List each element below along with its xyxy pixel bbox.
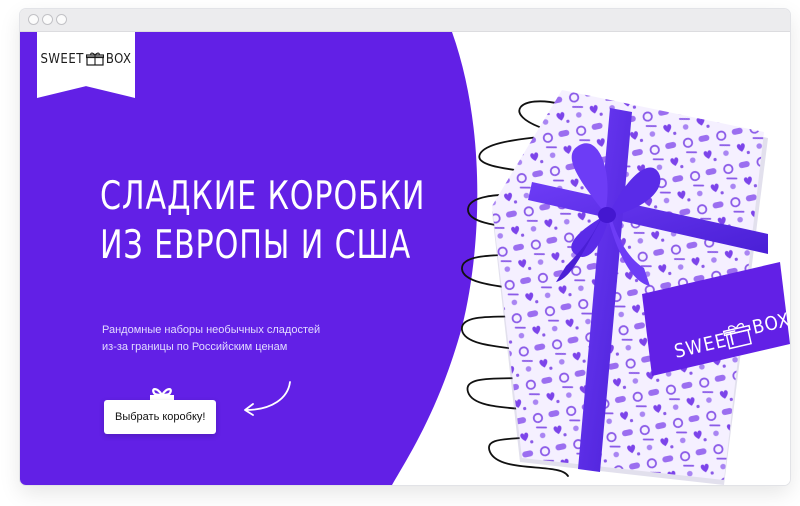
hero-subtitle-line-2: из-за границы по Российским ценам [102, 341, 288, 353]
landing-page: SWEET BOX СЛАДКИЕ КОРОБКИ ИЗ ЕВРОПЫ И СШ… [20, 32, 790, 485]
browser-titlebar [20, 9, 790, 32]
logo-word-box: BOX [105, 51, 132, 67]
choose-box-button[interactable]: Выбрать коробку! [104, 400, 217, 434]
window-minimize-button[interactable] [42, 14, 53, 25]
hero-subtitle-line-1: Рандомные наборы необычных сладостей [102, 324, 321, 336]
hero-headline: СЛАДКИЕ КОРОБКИ ИЗ ЕВРОПЫ И США [100, 172, 425, 270]
hand-drawn-arrow-icon [244, 381, 291, 416]
logo-word-sweet: SWEET [40, 51, 84, 67]
hero-headline-line-2: ИЗ ЕВРОПЫ И США [100, 223, 412, 268]
browser-window: SWEET BOX СЛАДКИЕ КОРОБКИ ИЗ ЕВРОПЫ И СШ… [20, 9, 790, 485]
window-maximize-button[interactable] [56, 14, 67, 25]
hero-subtitle: Рандомные наборы необычных сладостей из-… [102, 322, 402, 356]
gift-box-image: SWEET BOX [492, 90, 790, 485]
window-close-button[interactable] [28, 14, 39, 25]
gift-box-icon [85, 52, 104, 66]
hero-headline-line-1: СЛАДКИЕ КОРОБКИ [100, 174, 426, 219]
